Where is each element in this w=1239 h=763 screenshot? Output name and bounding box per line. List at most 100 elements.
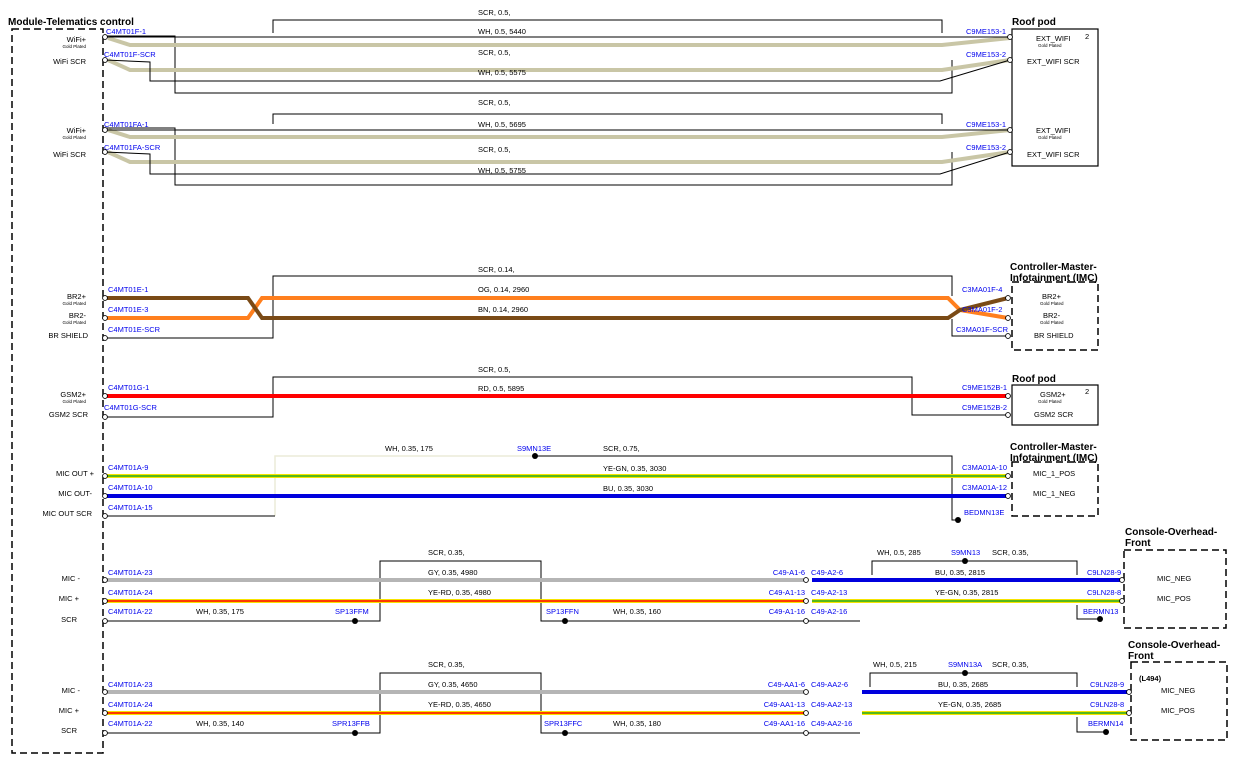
pin-terminal <box>1007 57 1013 63</box>
pin-terminal <box>102 493 108 499</box>
wire-label: SCR, 0.35, <box>428 548 465 557</box>
splice-dot <box>532 453 538 459</box>
connector-pin: C49-AA1-16 <box>764 719 805 728</box>
wire-label: OG, 0.14, 2960 <box>478 285 529 294</box>
wire-label: YE-GN, 0.35, 3030 <box>603 464 666 473</box>
left-pin-label: SCR <box>61 615 77 624</box>
wire-label: BU, 0.35, 3030 <box>603 484 653 493</box>
left-pin-label: MIC OUT + <box>56 469 95 478</box>
connector-pin: C3MA01F-2 <box>962 305 1002 314</box>
overhead-2-title-line2: Front <box>1128 651 1154 662</box>
wire-label: SCR, 0.5, <box>478 8 511 17</box>
left-pin-label: SCR <box>61 726 77 735</box>
wire-label: SCR, 0.35, <box>992 660 1029 669</box>
splice-dot <box>562 618 568 624</box>
connector-pin: C4MT01G-SCR <box>104 403 158 412</box>
imc-2-title-line2: Infotainment (IMC) <box>1010 453 1098 464</box>
roof-pod-1-pin: EXT_WIFI <box>1036 34 1071 43</box>
pin-terminal <box>1126 710 1132 716</box>
imc-2-pin: MIC_1_POS <box>1033 469 1075 478</box>
connector-pin: C4MT01A-22 <box>108 607 153 616</box>
splice-label: S9MN13 <box>951 548 980 557</box>
wire-label: WH, 0.5, 5440 <box>478 27 526 36</box>
pin-terminal <box>1007 127 1013 133</box>
overhead-2-pin: MIC_POS <box>1161 706 1195 715</box>
roof-pod-2-pin: GSM2+ <box>1040 390 1066 399</box>
roof-pod-2-pin-sub: Gold Plated <box>1038 399 1062 404</box>
shield-wire <box>272 19 943 33</box>
pin-terminal <box>803 730 809 736</box>
roof-pod-1-pin: EXT_WIFI SCR <box>1027 57 1080 66</box>
connector-pin: C4MT01E-1 <box>108 285 148 294</box>
connector-pin: BERMN13 <box>1083 607 1118 616</box>
orange-wire <box>105 296 1009 320</box>
wire-label: WH, 0.5, 5575 <box>478 68 526 77</box>
connector-pin: C4MT01FA-1 <box>104 120 149 129</box>
connector-pin: C49-A1-6 <box>773 568 805 577</box>
connector-pin: C49-A2-6 <box>811 568 843 577</box>
roof-pod-1-title: Roof pod <box>1012 17 1056 28</box>
wire-label: YE-RD, 0.35, 4980 <box>428 588 491 597</box>
pin-terminal <box>102 315 108 321</box>
connector-pin: C9ME152B-1 <box>962 383 1007 392</box>
wire-label: WH, 0.5, 285 <box>877 548 921 557</box>
wire-label: BU, 0.35, 2815 <box>935 568 985 577</box>
pin-terminal <box>803 618 809 624</box>
pin-terminal <box>1005 412 1011 418</box>
roof-pod-2-title: Roof pod <box>1012 374 1056 385</box>
wire-label: SCR, 0.75, <box>603 444 640 453</box>
wire-label: WH, 0.35, 140 <box>196 719 244 728</box>
telematics-module-box <box>11 28 104 754</box>
roof-pod-1-badge: 2 <box>1085 32 1089 41</box>
wire-label: WH, 0.35, 180 <box>613 719 661 728</box>
roof-pod-2-badge: 2 <box>1085 387 1089 396</box>
overhead-1-title-line2: Front <box>1125 538 1151 549</box>
wire-label: WH, 0.5, 5695 <box>478 120 526 129</box>
wiring-diagram: Module-Telematics control Roof pod 2 Con… <box>8 8 1228 754</box>
connector-pin: C4MT01F-1 <box>106 27 146 36</box>
connector-pin: C4MT01A-23 <box>108 568 153 577</box>
left-pin-label: WiFi SCR <box>53 57 86 66</box>
imc-1-pin: BR2+ <box>1042 292 1062 301</box>
wire-label: RD, 0.5, 5895 <box>478 384 524 393</box>
left-pin-label: MIC + <box>59 706 80 715</box>
wire-label: BU, 0.35, 2685 <box>938 680 988 689</box>
ground-dot <box>1097 616 1103 622</box>
roof-pod-1-box <box>1011 28 1099 167</box>
ground-dot <box>1103 729 1109 735</box>
wire-label: GY, 0.35, 4650 <box>428 680 478 689</box>
pin-terminal <box>1007 149 1013 155</box>
connector-pin: C3MA01F-SCR <box>956 325 1009 334</box>
roof-pod-1-pin: EXT_WIFI SCR <box>1027 150 1080 159</box>
splice-dot <box>352 618 358 624</box>
pin-terminal <box>803 710 809 716</box>
left-pin-label: WiFi SCR <box>53 150 86 159</box>
pin-terminal <box>102 295 108 301</box>
connector-pin: C9LN28-9 <box>1090 680 1124 689</box>
pin-terminal <box>102 730 108 736</box>
splice-dot <box>962 558 968 564</box>
left-pin-sub: Gold Plated <box>62 399 86 404</box>
roof-pod-1-pin: EXT_WIFI <box>1036 126 1071 135</box>
wire-label: WH, 0.35, 175 <box>196 607 244 616</box>
left-pin-label: MIC - <box>62 686 81 695</box>
pin-terminal <box>1007 34 1013 40</box>
ground-dot <box>955 517 961 523</box>
scr-shield-wire <box>107 36 1011 47</box>
pin-terminal <box>102 393 108 399</box>
left-pin-sub: Gold Plated <box>62 44 86 49</box>
wire-label: SCR, 0.5, <box>478 145 511 154</box>
scr-shield-wire <box>107 150 1011 164</box>
connector-pin: C9ME153-1 <box>966 120 1006 129</box>
connector-pin: C49-AA2-13 <box>811 700 852 709</box>
pin-terminal <box>102 577 108 583</box>
connector-pin: C4MT01A-15 <box>108 503 153 512</box>
pin-terminal <box>1005 295 1011 301</box>
left-pin-label: MIC - <box>62 574 81 583</box>
splice-dot <box>962 670 968 676</box>
connector-pin: C4MT01A-9 <box>108 463 148 472</box>
connector-pin: C9LN28-8 <box>1090 700 1124 709</box>
pin-terminal <box>102 618 108 624</box>
roof-pod-2-pin: GSM2 SCR <box>1034 410 1074 419</box>
mic-2-circuit: SCR, 0.35, GY, 0.35, 4650 YE-RD, 0.35, 4… <box>105 660 1129 736</box>
